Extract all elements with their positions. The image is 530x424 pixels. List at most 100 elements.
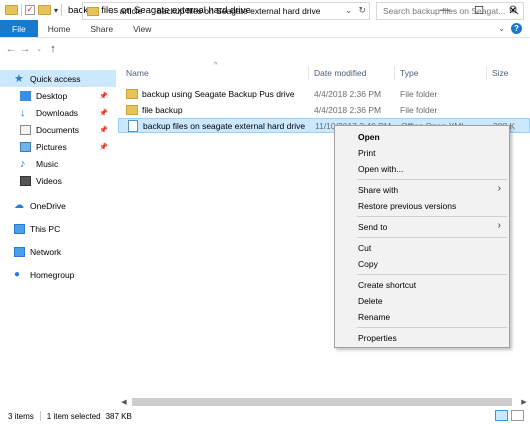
menu-item-share-with[interactable]: Share with › bbox=[335, 182, 509, 197]
folder-icon bbox=[5, 5, 18, 15]
file-date: 4/4/2018 2:36 PM bbox=[314, 105, 382, 115]
file-date: 4/4/2018 2:36 PM bbox=[314, 89, 382, 99]
menu-item-send-to[interactable]: Send to › bbox=[335, 219, 509, 234]
address-bar[interactable]: › article › backup files on Seagate exte… bbox=[82, 2, 370, 20]
sort-ascending-icon: ^ bbox=[214, 62, 218, 69]
submenu-arrow-icon: › bbox=[497, 220, 501, 231]
sidebar-item-pictures[interactable]: Pictures 📌 bbox=[0, 138, 116, 155]
download-icon: ↓ bbox=[20, 106, 26, 119]
menu-item-copy[interactable]: Copy bbox=[335, 256, 509, 271]
menu-item-print[interactable]: Print bbox=[335, 145, 509, 160]
folder-icon bbox=[126, 89, 138, 99]
sidebar-item-downloads[interactable]: ↓ Downloads 📌 bbox=[0, 104, 116, 121]
computer-icon bbox=[14, 223, 25, 234]
file-type: File folder bbox=[400, 89, 438, 99]
file-row[interactable]: backup using Seagate Backup Pus drive 4/… bbox=[118, 87, 530, 102]
sidebar-item-homegroup[interactable]: ● Homegroup bbox=[0, 266, 116, 283]
expand-ribbon-icon[interactable]: ⌄ bbox=[498, 24, 505, 33]
music-icon: ♪ bbox=[20, 157, 26, 170]
help-icon[interactable]: ? bbox=[511, 23, 522, 34]
folder-icon bbox=[126, 105, 138, 115]
menu-divider bbox=[357, 237, 507, 238]
pin-icon[interactable]: 📌 bbox=[99, 109, 108, 117]
column-divider[interactable] bbox=[394, 66, 395, 80]
search-icon[interactable] bbox=[509, 5, 519, 15]
sidebar-item-label: This PC bbox=[30, 223, 61, 234]
menu-item-delete[interactable]: Delete bbox=[335, 293, 509, 308]
pin-icon[interactable]: 📌 bbox=[99, 126, 108, 134]
documents-icon bbox=[20, 124, 31, 135]
pin-icon[interactable]: 📌 bbox=[99, 143, 108, 151]
back-arrow-icon[interactable]: ← bbox=[4, 43, 18, 55]
breadcrumb-chevron-icon[interactable]: › bbox=[111, 7, 114, 16]
sidebar-item-quick-access[interactable]: ★ Quick access bbox=[0, 70, 116, 87]
properties-icon[interactable]: ✓ bbox=[25, 5, 35, 15]
tab-view[interactable]: View bbox=[123, 20, 161, 37]
forward-arrow-icon[interactable]: → bbox=[18, 43, 32, 55]
tab-home[interactable]: Home bbox=[38, 20, 81, 37]
search-input[interactable]: Search backup files on Seagat... bbox=[376, 2, 524, 20]
breadcrumb-article[interactable]: article bbox=[120, 6, 143, 16]
sidebar-item-label: Desktop bbox=[36, 90, 68, 101]
scroll-right-icon[interactable]: ▶ bbox=[518, 396, 530, 408]
sidebar-item-label: Network bbox=[30, 246, 62, 257]
tab-file[interactable]: File bbox=[0, 20, 38, 37]
column-divider[interactable] bbox=[308, 66, 309, 80]
sidebar-item-music[interactable]: ♪ Music bbox=[0, 155, 116, 172]
large-icons-view-icon[interactable] bbox=[511, 410, 524, 421]
scroll-left-icon[interactable]: ◀ bbox=[118, 396, 130, 408]
sidebar-item-desktop[interactable]: Desktop 📌 bbox=[0, 87, 116, 104]
file-name: backup files on seagate external hard dr… bbox=[143, 121, 306, 131]
column-header-size[interactable]: Size bbox=[492, 68, 509, 78]
menu-item-open-with[interactable]: Open with... bbox=[335, 161, 509, 176]
context-menu: Open Print Open with... Share with › Res… bbox=[334, 125, 510, 348]
ribbon-controls: ⌄ ? bbox=[498, 20, 530, 37]
menu-item-open[interactable]: Open bbox=[335, 129, 509, 144]
file-row[interactable]: file backup 4/4/2018 2:36 PM File folder bbox=[118, 103, 530, 118]
file-name: file backup bbox=[142, 105, 183, 115]
column-divider[interactable] bbox=[486, 66, 487, 80]
file-type: File folder bbox=[400, 105, 438, 115]
column-header-date[interactable]: Date modified bbox=[314, 68, 366, 78]
menu-item-create-shortcut[interactable]: Create shortcut bbox=[335, 277, 509, 292]
sidebar-item-documents[interactable]: Documents 📌 bbox=[0, 121, 116, 138]
menu-item-restore-previous-versions[interactable]: Restore previous versions bbox=[335, 198, 509, 213]
toolbar-divider bbox=[61, 4, 63, 16]
scrollbar-thumb[interactable] bbox=[132, 398, 512, 406]
sidebar-item-label: Pictures bbox=[36, 141, 67, 152]
sidebar-item-this-pc[interactable]: This PC bbox=[0, 220, 116, 237]
column-header-name[interactable]: Name bbox=[126, 68, 149, 78]
sidebar-item-network[interactable]: Network bbox=[0, 243, 116, 260]
details-view-icon[interactable] bbox=[495, 410, 508, 421]
column-header-type[interactable]: Type bbox=[400, 68, 418, 78]
refresh-icon[interactable]: ↻ bbox=[358, 5, 366, 16]
customize-toolbar-icon[interactable]: ▾ bbox=[54, 6, 58, 15]
navigation-bar: ← → ⌄ ↑ bbox=[0, 38, 530, 60]
breadcrumb-chevron-icon[interactable]: › bbox=[148, 7, 151, 16]
recent-locations-icon[interactable]: ⌄ bbox=[32, 45, 46, 53]
status-bar: 3 items 1 item selected 387 KB bbox=[0, 408, 530, 424]
sidebar-item-label: Music bbox=[36, 158, 59, 169]
sidebar-item-label: Documents bbox=[36, 124, 79, 135]
breadcrumb-current[interactable]: backup files on Seagate external hard dr… bbox=[157, 6, 321, 16]
sidebar-item-onedrive[interactable]: ☁ OneDrive bbox=[0, 197, 116, 214]
toolbar-divider bbox=[21, 4, 22, 16]
menu-item-cut[interactable]: Cut bbox=[335, 240, 509, 255]
tab-share[interactable]: Share bbox=[80, 20, 123, 37]
selection-size: 387 KB bbox=[105, 411, 132, 421]
selection-count: 1 item selected bbox=[46, 411, 101, 421]
up-arrow-icon[interactable]: ↑ bbox=[46, 43, 60, 55]
new-folder-icon[interactable] bbox=[38, 5, 51, 15]
menu-item-label: Send to bbox=[358, 221, 388, 232]
address-dropdown-icon[interactable]: ⌄ bbox=[345, 5, 353, 16]
sidebar-item-label: Homegroup bbox=[30, 269, 75, 280]
menu-item-properties[interactable]: Properties bbox=[335, 330, 509, 345]
menu-item-label: Share with bbox=[358, 184, 399, 195]
sidebar-item-videos[interactable]: Videos bbox=[0, 172, 116, 189]
horizontal-scrollbar[interactable]: ◀ ▶ bbox=[118, 396, 530, 408]
status-divider bbox=[39, 411, 41, 421]
sidebar-item-label: Quick access bbox=[30, 73, 81, 84]
pin-icon[interactable]: 📌 bbox=[99, 92, 108, 100]
menu-item-rename[interactable]: Rename bbox=[335, 309, 509, 324]
search-placeholder: Search backup files on Seagat... bbox=[383, 6, 506, 16]
